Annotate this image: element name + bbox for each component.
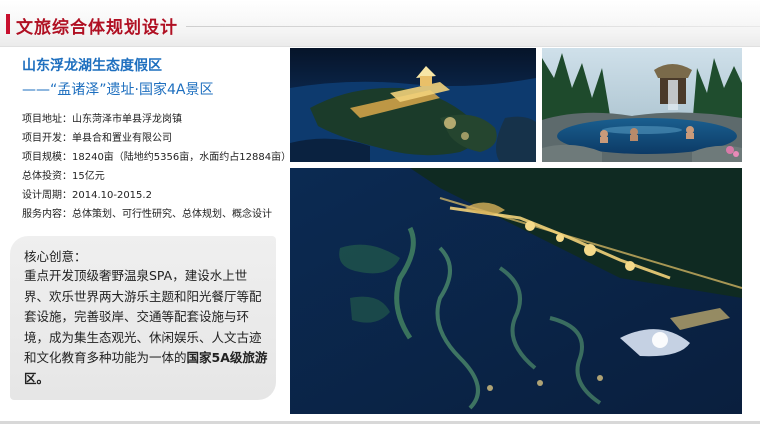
- creative-heading: 核心创意：: [24, 249, 87, 264]
- info-value: 单县合和置业有限公司: [72, 133, 172, 144]
- info-row-services: 服务内容：总体策划、可行性研究、总体规划、概念设计: [22, 205, 284, 224]
- info-label: 项目开发：: [22, 133, 72, 144]
- info-row-investment: 总体投资：15亿元: [22, 167, 284, 186]
- info-label: 总体投资：: [22, 171, 72, 182]
- header-divider: [186, 26, 760, 27]
- info-value: 2014.10-2015.2: [72, 190, 152, 201]
- project-info-panel: 山东浮龙湖生态度假区 ——“孟诸泽”遗址·国家4A景区 项目地址：山东菏泽市单县…: [22, 56, 291, 224]
- info-value: 15亿元: [72, 171, 105, 182]
- info-row-address: 项目地址：山东菏泽市单县浮龙岗镇: [22, 110, 284, 129]
- info-value: 总体策划、可行性研究、总体规划、概念设计: [72, 209, 272, 220]
- info-label: 项目地址：: [22, 114, 72, 125]
- header-bar: 文旅综合体规划设计: [0, 0, 760, 47]
- creative-text: 重点开发顶级奢野温泉SPA，建设水上世界、欢乐世界两大游乐主题和阳光餐厅等配套设…: [24, 266, 272, 389]
- info-row-developer: 项目开发：单县合和置业有限公司: [22, 129, 284, 148]
- hot-spring-spa-graphic: [542, 48, 742, 162]
- aerial-night-masterplan-image: [290, 168, 742, 414]
- project-subtitle: ——“孟诸泽”遗址·国家4A景区: [22, 82, 214, 98]
- core-creative-box: 核心创意： 重点开发顶级奢野温泉SPA，建设水上世界、欢乐世界两大游乐主题和阳光…: [10, 236, 276, 400]
- resort-night-render-graphic: [290, 48, 536, 162]
- info-value: 山东菏泽市单县浮龙岗镇: [72, 114, 182, 125]
- info-row-design-period: 设计周期：2014.10-2015.2: [22, 186, 284, 205]
- header-accent-marker: [6, 14, 10, 34]
- hot-spring-spa-image: [542, 48, 742, 162]
- info-label: 项目规模：: [22, 152, 72, 163]
- info-label: 设计周期：: [22, 190, 72, 201]
- info-row-scale: 项目规模：18240亩（陆地约5356亩，水面约占12884亩）: [22, 148, 291, 167]
- project-info-list: 项目地址：山东菏泽市单县浮龙岗镇 项目开发：单县合和置业有限公司 项目规模：18…: [22, 110, 291, 224]
- project-title: 山东浮龙湖生态度假区: [22, 58, 162, 74]
- page-title: 文旅综合体规划设计: [16, 18, 178, 38]
- info-value: 18240亩（陆地约5356亩，水面约占12884亩）: [72, 152, 292, 163]
- resort-night-render-image: [290, 48, 536, 162]
- info-label: 服务内容：: [22, 209, 72, 220]
- aerial-night-masterplan-graphic: [290, 168, 742, 414]
